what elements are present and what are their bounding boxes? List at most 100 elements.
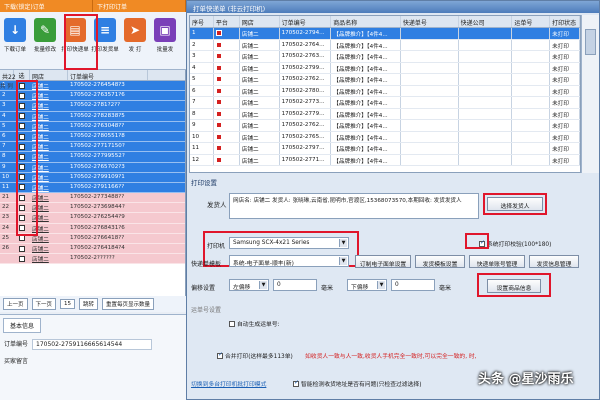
next-page-button[interactable]: 下一页 [31,298,57,310]
checkbox-column-highlight [16,80,38,236]
table-row[interactable]: 7 店铺二 170502-2773... 【品牌推介】【4件4... 未打印 [190,97,580,109]
smart-check-box[interactable] [293,379,299,387]
checkbox-box[interactable] [19,255,25,262]
row-checkbox[interactable] [14,254,30,263]
print-settings-title: 打印设置 [191,179,217,187]
status-cell: 未打印 [550,39,580,50]
reset-page-size-button[interactable]: 重置每页显示数量 [102,298,155,310]
scroll-thumb[interactable] [585,29,596,55]
merge-print-checkbox[interactable]: 合并打印(这样最多113单) [217,351,293,360]
dialog-col-header[interactable]: 快递公司 [459,16,513,27]
prev-page-button[interactable]: 上一页 [3,298,28,310]
dialog-col-header[interactable]: 平台 [214,16,240,27]
table-row[interactable]: 2 店铺二 170502-2764... 【品牌推介】【4件4... 未打印 [190,39,580,51]
bg-col-shop: 网店 [30,70,68,81]
buyer-msg-label: 买家留言 [4,358,29,365]
row-number [0,254,14,263]
chevron-down-icon[interactable]: ▼ [259,281,267,289]
order-cell: 170502-2762... [280,120,332,131]
row-order-no: 170502-2781?2?? [70,102,121,109]
table-row[interactable]: 9 店铺二 170502-2762... 【品牌推介】【4件4... 未打印 [190,120,580,132]
platform-cell [214,51,240,62]
goods-cell: 【品牌推介】【4件4... [331,97,401,108]
dialog-col-header[interactable]: 订单编号 [280,16,332,27]
table-row[interactable]: 10 店铺二 170502-2765... 【品牌推介】【4件4... 未打印 [190,131,580,143]
toolbar-button-1[interactable]: ✎ 批量修改 [30,12,60,70]
express-setting-button[interactable]: 订制电子面单设置 [355,255,411,268]
row-no: 12 [190,154,214,165]
table-row[interactable]: 5 店铺二 170502-2762... 【品牌推介】【4件4... 未打印 [190,74,580,86]
table-row[interactable]: 店铺二 170502-2?????? [0,254,185,265]
toolbar-button-5[interactable]: ▣ 批量发 [150,12,180,70]
template-select[interactable]: 系统-电子面单-顺丰(新) ▼ [229,255,349,267]
offset-unit-label: 毫米 [321,285,334,292]
dialog-col-header[interactable]: 网店 [240,16,280,27]
download-icon: ↓ [4,18,26,42]
table-row[interactable]: 12 店铺二 170502-2771... 【品牌推介】【4件4... 未打印 [190,154,580,166]
template-manage-button[interactable]: 发货模板设置 [415,255,465,268]
set-goods-highlight [477,273,551,297]
waybill-cell [512,51,551,62]
row-shop[interactable]: 店铺二 [30,254,68,263]
dialog-col-header[interactable]: 商品名称 [331,16,401,27]
offset-value2-field[interactable]: 0 [391,279,435,291]
row-order-no: 170502-27799552? [70,153,125,160]
row-number: 4 [2,112,6,119]
checkbox-box[interactable] [19,235,25,242]
table-row[interactable]: 3 店铺二 170502-2763... 【品牌推介】【4件4... 未打印 [190,51,580,63]
print-check-checkbox[interactable]: 系统打印校验(100*180) [479,239,551,248]
bg-col-order: 订单编号 [68,70,148,81]
row-order-no: 170502-2763571?6 [70,92,125,99]
row-checkbox[interactable] [14,244,30,253]
dialog-col-header[interactable]: 快递单号 [401,16,459,27]
basic-info-tab[interactable]: 基本信息 [3,318,42,333]
shop-cell: 店铺二 [240,97,280,108]
bg-col-select[interactable]: 选 [14,70,30,80]
offset-value-field[interactable]: 0 [273,279,317,291]
chevron-down-icon[interactable]: ▼ [377,281,385,289]
page-size-field[interactable]: 15 [60,299,76,309]
smart-check-checkbox[interactable]: 智能检测收货地址是否有问题(只检查过滤选择) [293,379,421,388]
toolbar-button-0[interactable]: ↓ 下载订单 [0,12,30,70]
express-no-cell [401,85,459,96]
dialog-col-header[interactable]: 序号 [190,16,214,27]
merge-note: 如收货人一致与人一致,收货人手机完全一致时,可以完全一致的, 时, [305,354,477,360]
account-manage-button[interactable]: 快递单账号管理 [469,255,525,268]
auto-waybill-box[interactable] [229,320,235,327]
bg-tab-download[interactable]: 下载(锁定)订单 [0,0,93,12]
jump-button[interactable]: 跳转 [79,298,99,310]
multi-printer-link[interactable]: 切换到多台打印机批打印模式 [191,379,266,388]
row-order-no: 170502-2763048?? [70,122,125,129]
toolbar-button-4[interactable]: ➤ 发 打 [120,12,150,70]
row-order-no: 170502-2768431?6 [70,224,125,231]
order-no-value[interactable]: 170502-2759116665614544 [32,339,153,350]
row-number: 21 [2,194,10,201]
table-row[interactable]: 4 店铺二 170502-2799... 【品牌推介】【4件4... 未打印 [190,62,580,74]
table-row[interactable]: 26 店铺二 170502-2764184?4 [0,244,185,255]
status-cell: 未打印 [550,131,580,142]
sender-field[interactable]: 网店名: 店铺二 发货人: 张晓琳,云南省,昆明市,官渡区,1536807357… [229,193,479,219]
table-row[interactable]: 1 店铺二 170502-2794... 【品牌推介】【4件4... 未打印 [190,28,580,40]
express-no-cell [401,39,459,50]
table-row[interactable]: 8 店铺二 170502-2779... 【品牌推介】【4件4... 未打印 [190,108,580,120]
sender-manage-button[interactable]: 发货信息管理 [529,255,579,268]
row-order-no: 170502-2765702?3 [70,163,125,170]
waybill-cell [512,62,551,73]
row-order-no: 170502-2782838?5 [70,112,125,119]
offset-direction2-select[interactable]: 下偏移 ▼ [347,279,387,291]
offset-direction-select[interactable]: 左偏移 ▼ [229,279,269,291]
print-express-highlight [64,14,98,70]
table-row[interactable]: 11 店铺二 170502-2797... 【品牌推介】【4件4... 未打印 [190,143,580,155]
checkbox-box[interactable] [19,245,25,252]
dialog-table-scrollbar[interactable] [581,15,599,173]
table-row[interactable]: 6 店铺二 170502-2780... 【品牌推介】【4件4... 未打印 [190,85,580,97]
chevron-down-icon[interactable]: ▼ [339,257,347,265]
merge-print-box[interactable] [217,351,223,359]
bg-tab-print[interactable]: 下打印订单 [93,0,186,12]
dialog-col-header[interactable]: 打印状态 [550,16,580,27]
row-shop[interactable]: 店铺二 [30,244,68,253]
offset-direction-value: 左偏移 [233,285,251,291]
auto-waybill-checkbox[interactable]: 自动生成运单号: [229,319,280,328]
express-co-cell [459,154,513,165]
dialog-col-header[interactable]: 运单号 [512,16,551,27]
